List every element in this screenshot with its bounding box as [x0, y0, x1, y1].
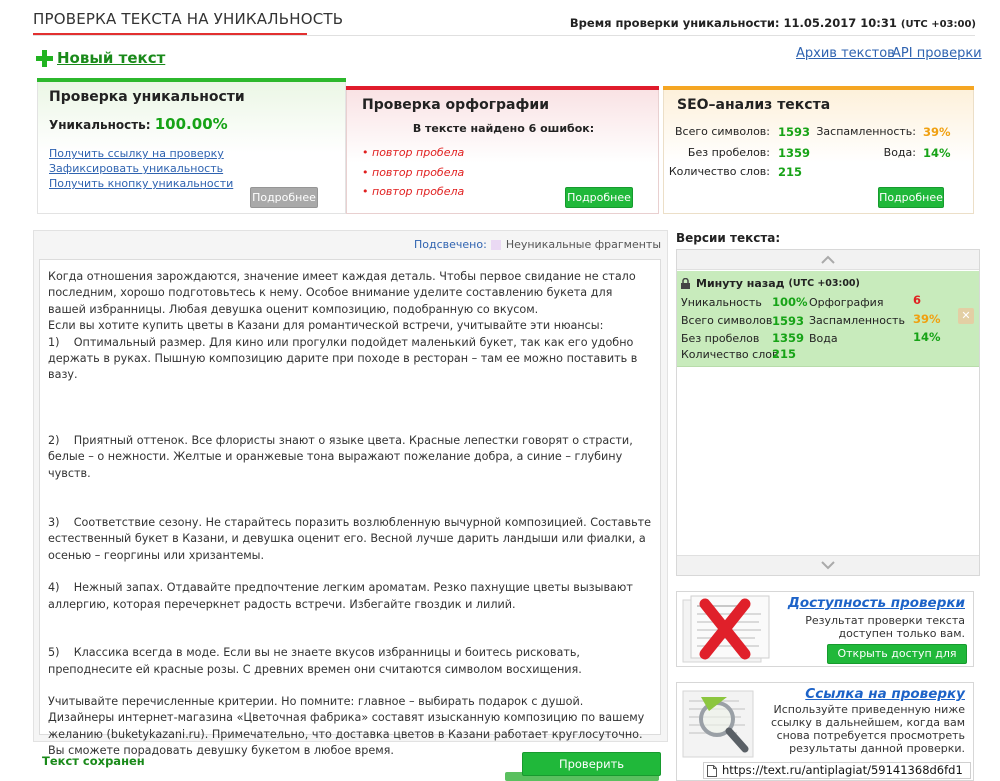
spelling-title: Проверка орфографии — [362, 97, 549, 113]
text-paragraph: Учитывайте перечисленные критерии. Но по… — [48, 694, 645, 758]
text-paragraph: 4) Нежный запах. Отдавайте предпочтение … — [48, 581, 633, 611]
version-spam-label: Заспамленность — [809, 314, 905, 327]
version-words-label: Количество слов — [681, 348, 779, 361]
check-uniqueness-button[interactable]: Проверить уникальность — [522, 752, 661, 781]
version-total-label: Всего символов — [681, 314, 773, 327]
uniqueness-bar — [37, 78, 346, 82]
api-link[interactable]: API проверки — [892, 46, 982, 61]
highlight-legend-text: Неуникальные фрагменты — [505, 238, 661, 251]
highlight-legend: Подсвечено: Неуникальные фрагменты — [414, 238, 661, 251]
magnifier-icon — [682, 690, 754, 758]
highlight-swatch — [490, 239, 501, 250]
seo-spam-label: Заспамленность: — [816, 125, 916, 138]
seo-title: SEO–анализ текста — [677, 97, 831, 113]
check-time: Время проверки уникальности: 11.05.2017 … — [570, 16, 976, 30]
text-paragraph: Если вы хотите купить цветы в Казани для… — [48, 319, 604, 333]
version-spelling: 6 — [913, 293, 922, 307]
text-spacer — [48, 564, 652, 580]
spelling-bar — [346, 86, 659, 90]
access-title[interactable]: Доступность проверки — [788, 595, 965, 611]
version-nospace-label: Без пробелов — [681, 332, 760, 345]
text-editor[interactable]: Когда отношения зарождаются, значение им… — [39, 259, 661, 757]
lock-icon — [681, 278, 690, 289]
spelling-error-item[interactable]: • повтор пробела — [362, 166, 464, 179]
version-total: 1593 — [772, 314, 805, 328]
chevron-down-icon — [821, 561, 835, 570]
access-promo: Доступность проверки Результат проверки … — [676, 591, 974, 678]
seo-water-label: Вода: — [883, 146, 916, 159]
text-paragraph: 1) Оптимальный размер. Для кино или прог… — [48, 335, 638, 382]
scroll-down-button[interactable] — [677, 555, 979, 575]
access-desc: Результат проверки текста доступен тольк… — [805, 614, 965, 640]
version-spam: 39% — [913, 312, 941, 326]
new-text-label: Новый текст — [57, 49, 166, 67]
uniqueness-value: 100.00% — [154, 115, 228, 133]
text-paragraph: 5) Классика всегда в моде. Если вы не зн… — [48, 646, 582, 676]
version-spelling-label: Орфография — [809, 296, 884, 309]
uniqueness-label: Уникальность: — [49, 118, 151, 132]
version-water-label: Вода — [809, 332, 838, 345]
check-url: https://text.ru/antiplagiat/59141368d6fd… — [722, 763, 963, 777]
uniqueness-row: Уникальность: 100.00% — [49, 115, 228, 133]
saved-status: Текст сохранен — [42, 754, 145, 768]
chevron-up-icon — [821, 255, 835, 264]
version-uniq: 100% — [772, 295, 808, 309]
seo-spam: 39% — [923, 125, 951, 139]
version-item[interactable]: Минуту назад (UTC +03:00) Уникальность 1… — [677, 271, 979, 367]
close-icon[interactable]: ✕ — [958, 308, 974, 324]
highlight-label: Подсвечено: — [414, 238, 487, 251]
text-paragraph: 3) Соответствие сезону. Не старайтесь по… — [48, 516, 652, 562]
seo-words-label: Количество слов: — [668, 165, 770, 178]
get-button-link[interactable]: Получить кнопку уникальности — [49, 177, 233, 190]
get-link-link[interactable]: Получить ссылку на проверку — [49, 147, 224, 160]
check-time-tz: (UTC +03:00) — [900, 19, 976, 30]
uniqueness-title: Проверка уникальности — [49, 89, 245, 105]
check-url-field[interactable]: https://text.ru/antiplagiat/59141368d6fd… — [703, 762, 971, 779]
link-promo: Ссылка на проверку Используйте приведенн… — [676, 682, 974, 781]
version-tz: (UTC +03:00) — [788, 278, 860, 289]
spelling-summary: В тексте найдено 6 ошибок: — [412, 122, 595, 135]
check-time-label: Время проверки уникальности: 11.05.2017 … — [569, 16, 897, 30]
text-spacer — [48, 482, 652, 515]
version-words: 215 — [772, 347, 797, 361]
version-header: Минуту назад (UTC +03:00) — [681, 277, 860, 290]
text-paragraph: 2) Приятный оттенок. Все флористы знают … — [48, 433, 633, 480]
seo-more-button[interactable]: Подробнее — [878, 187, 944, 208]
plus-icon — [36, 49, 53, 67]
spelling-more-button[interactable]: Подробнее — [565, 187, 633, 208]
uniqueness-panel: Проверка уникальности Уникальность: 100.… — [37, 78, 346, 214]
version-nospace: 1359 — [772, 331, 805, 345]
spelling-error-item[interactable]: • повтор пробела — [362, 185, 464, 198]
seo-words: 215 — [778, 165, 803, 179]
text-paragraph: Когда отношения зарождаются, значение им… — [48, 270, 636, 316]
document-cross-icon — [682, 595, 770, 663]
version-time: Минуту назад — [696, 277, 785, 290]
spelling-error-item[interactable]: • повтор пробела — [362, 146, 464, 159]
open-access-button[interactable]: Открыть доступ для всех — [827, 644, 967, 678]
seo-total-chars-label: Всего символов: — [674, 125, 770, 138]
seo-no-spaces-label: Без пробелов: — [687, 146, 770, 159]
new-text-link[interactable]: Новый текст — [36, 49, 165, 67]
link-desc: Используйте приведенную ниже ссылку в да… — [770, 703, 965, 755]
header-divider — [33, 35, 975, 36]
archive-link[interactable]: Архив текстов — [796, 46, 895, 61]
page-title: ПРОВЕРКА ТЕКСТА НА УНИКАЛЬНОСТЬ — [33, 10, 344, 28]
fix-uniqueness-link[interactable]: Зафиксировать уникальность — [49, 162, 223, 175]
spelling-panel: Проверка орфографии В тексте найдено 6 о… — [346, 86, 659, 214]
version-uniq-label: Уникальность — [681, 296, 762, 309]
seo-panel: SEO–анализ текста Всего символов: 1593 Б… — [663, 86, 974, 214]
versions-title: Версии текста: — [676, 231, 781, 245]
seo-water: 14% — [923, 146, 951, 160]
text-spacer — [48, 384, 652, 433]
uniqueness-more-button[interactable]: Подробнее — [250, 187, 318, 208]
link-title[interactable]: Ссылка на проверку — [805, 686, 965, 702]
scroll-up-button[interactable] — [677, 250, 979, 270]
seo-no-spaces: 1359 — [778, 146, 811, 160]
seo-bar — [663, 86, 974, 90]
seo-total-chars: 1593 — [778, 125, 811, 139]
document-icon — [707, 765, 717, 777]
text-spacer — [48, 678, 652, 694]
text-spacer — [48, 613, 652, 645]
version-water: 14% — [913, 330, 941, 344]
